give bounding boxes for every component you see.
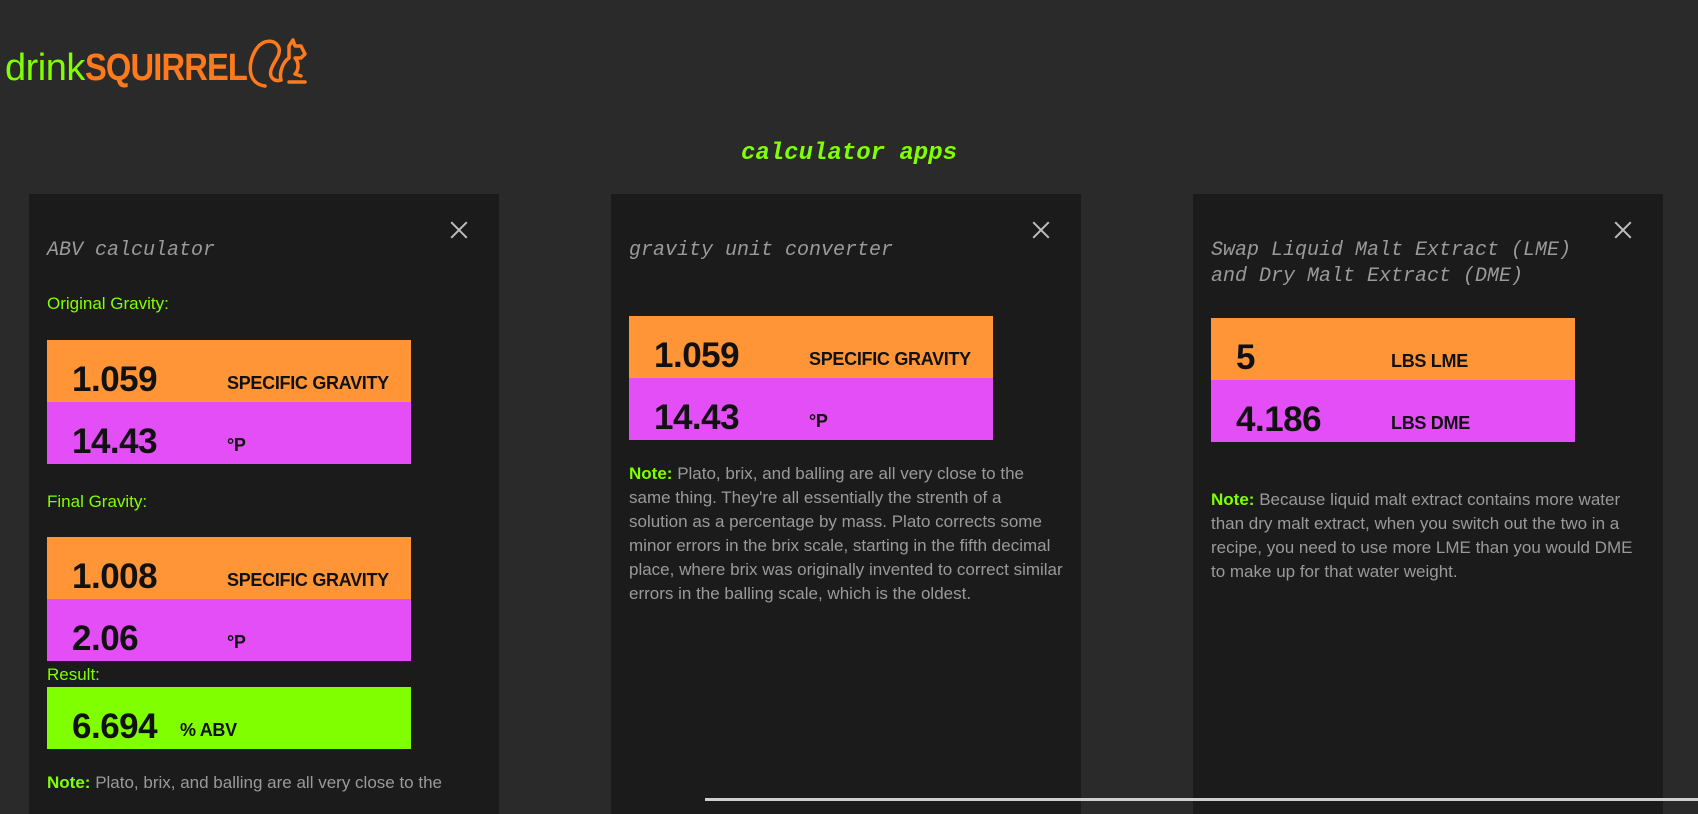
abv-result-box: 6.694 % ABV — [47, 687, 411, 749]
og-specific-gravity-field[interactable]: 1.059 SPECIFIC GRAVITY — [47, 340, 411, 402]
original-gravity-label: Original Gravity: — [47, 294, 169, 313]
lme-field[interactable]: 5 LBS LME — [1211, 318, 1575, 380]
close-icon[interactable] — [1029, 218, 1053, 242]
plato-unit: °P — [809, 411, 828, 431]
abv-result-value: 6.694 — [72, 707, 158, 746]
og-plato-field[interactable]: 14.43 °P — [47, 402, 411, 464]
note-label: Note: — [47, 773, 91, 792]
gravity-note: Note: Plato, brix, and balling are all v… — [629, 462, 1064, 606]
note-label: Note: — [1211, 490, 1255, 509]
plato-field[interactable]: 14.43 °P — [629, 378, 993, 440]
note-text: Plato, brix, and balling are all very cl… — [629, 464, 1063, 603]
lme-note: Note: Because liquid malt extract contai… — [1211, 488, 1646, 584]
og-plato-unit: °P — [227, 435, 246, 455]
abv-calculator-card: ABV calculator Original Gravity: 1.059 S… — [29, 194, 499, 814]
sg-unit: SPECIFIC GRAVITY — [809, 349, 971, 369]
lme-value: 5 — [1236, 338, 1255, 377]
card-title: gravity unit converter — [629, 239, 894, 262]
sg-value: 1.059 — [654, 336, 740, 375]
close-icon[interactable] — [447, 218, 471, 242]
lme-unit: LBS LME — [1391, 351, 1468, 371]
brand-logo[interactable]: drink SQUIRREL — [5, 30, 311, 90]
og-sg-value: 1.059 — [72, 360, 158, 399]
plato-value: 14.43 — [654, 398, 740, 437]
og-sg-unit: SPECIFIC GRAVITY — [227, 373, 389, 393]
note-label: Note: — [629, 464, 673, 483]
fg-plato-field[interactable]: 2.06 °P — [47, 599, 411, 661]
note-text: Plato, brix, and balling are all very cl… — [95, 773, 442, 792]
dme-field[interactable]: 4.186 LBS DME — [1211, 380, 1575, 442]
fg-sg-value: 1.008 — [72, 557, 158, 596]
note-text: Because liquid malt extract contains mor… — [1211, 490, 1633, 581]
fg-plato-unit: °P — [227, 632, 246, 652]
brand-name-part2: SQUIRREL — [84, 47, 248, 89]
card-title: ABV calculator — [47, 239, 216, 262]
og-plato-value: 14.43 — [72, 422, 158, 461]
fg-specific-gravity-field[interactable]: 1.008 SPECIFIC GRAVITY — [47, 537, 411, 599]
abv-result-unit: % ABV — [180, 720, 237, 740]
result-label: Result: — [47, 665, 100, 684]
fg-plato-value: 2.06 — [72, 619, 139, 658]
fg-sg-unit: SPECIFIC GRAVITY — [227, 570, 389, 590]
squirrel-icon — [248, 38, 307, 88]
dme-unit: LBS DME — [1391, 413, 1470, 433]
dme-value: 4.186 — [1236, 400, 1322, 439]
final-gravity-label: Final Gravity: — [47, 492, 148, 511]
gravity-converter-card: gravity unit converter 1.059 SPECIFIC GR… — [611, 194, 1081, 814]
brand-name-part1: drink — [5, 47, 85, 89]
lme-dme-swap-card: Swap Liquid Malt Extract (LME) and Dry M… — [1193, 194, 1663, 814]
close-icon[interactable] — [1611, 218, 1635, 242]
card-title: Swap Liquid Malt Extract (LME) and Dry M… — [1211, 239, 1572, 288]
specific-gravity-field[interactable]: 1.059 SPECIFIC GRAVITY — [629, 316, 993, 378]
page-title: calculator apps — [740, 140, 958, 167]
abv-note: Note: Plato, brix, and balling are all v… — [47, 771, 482, 795]
